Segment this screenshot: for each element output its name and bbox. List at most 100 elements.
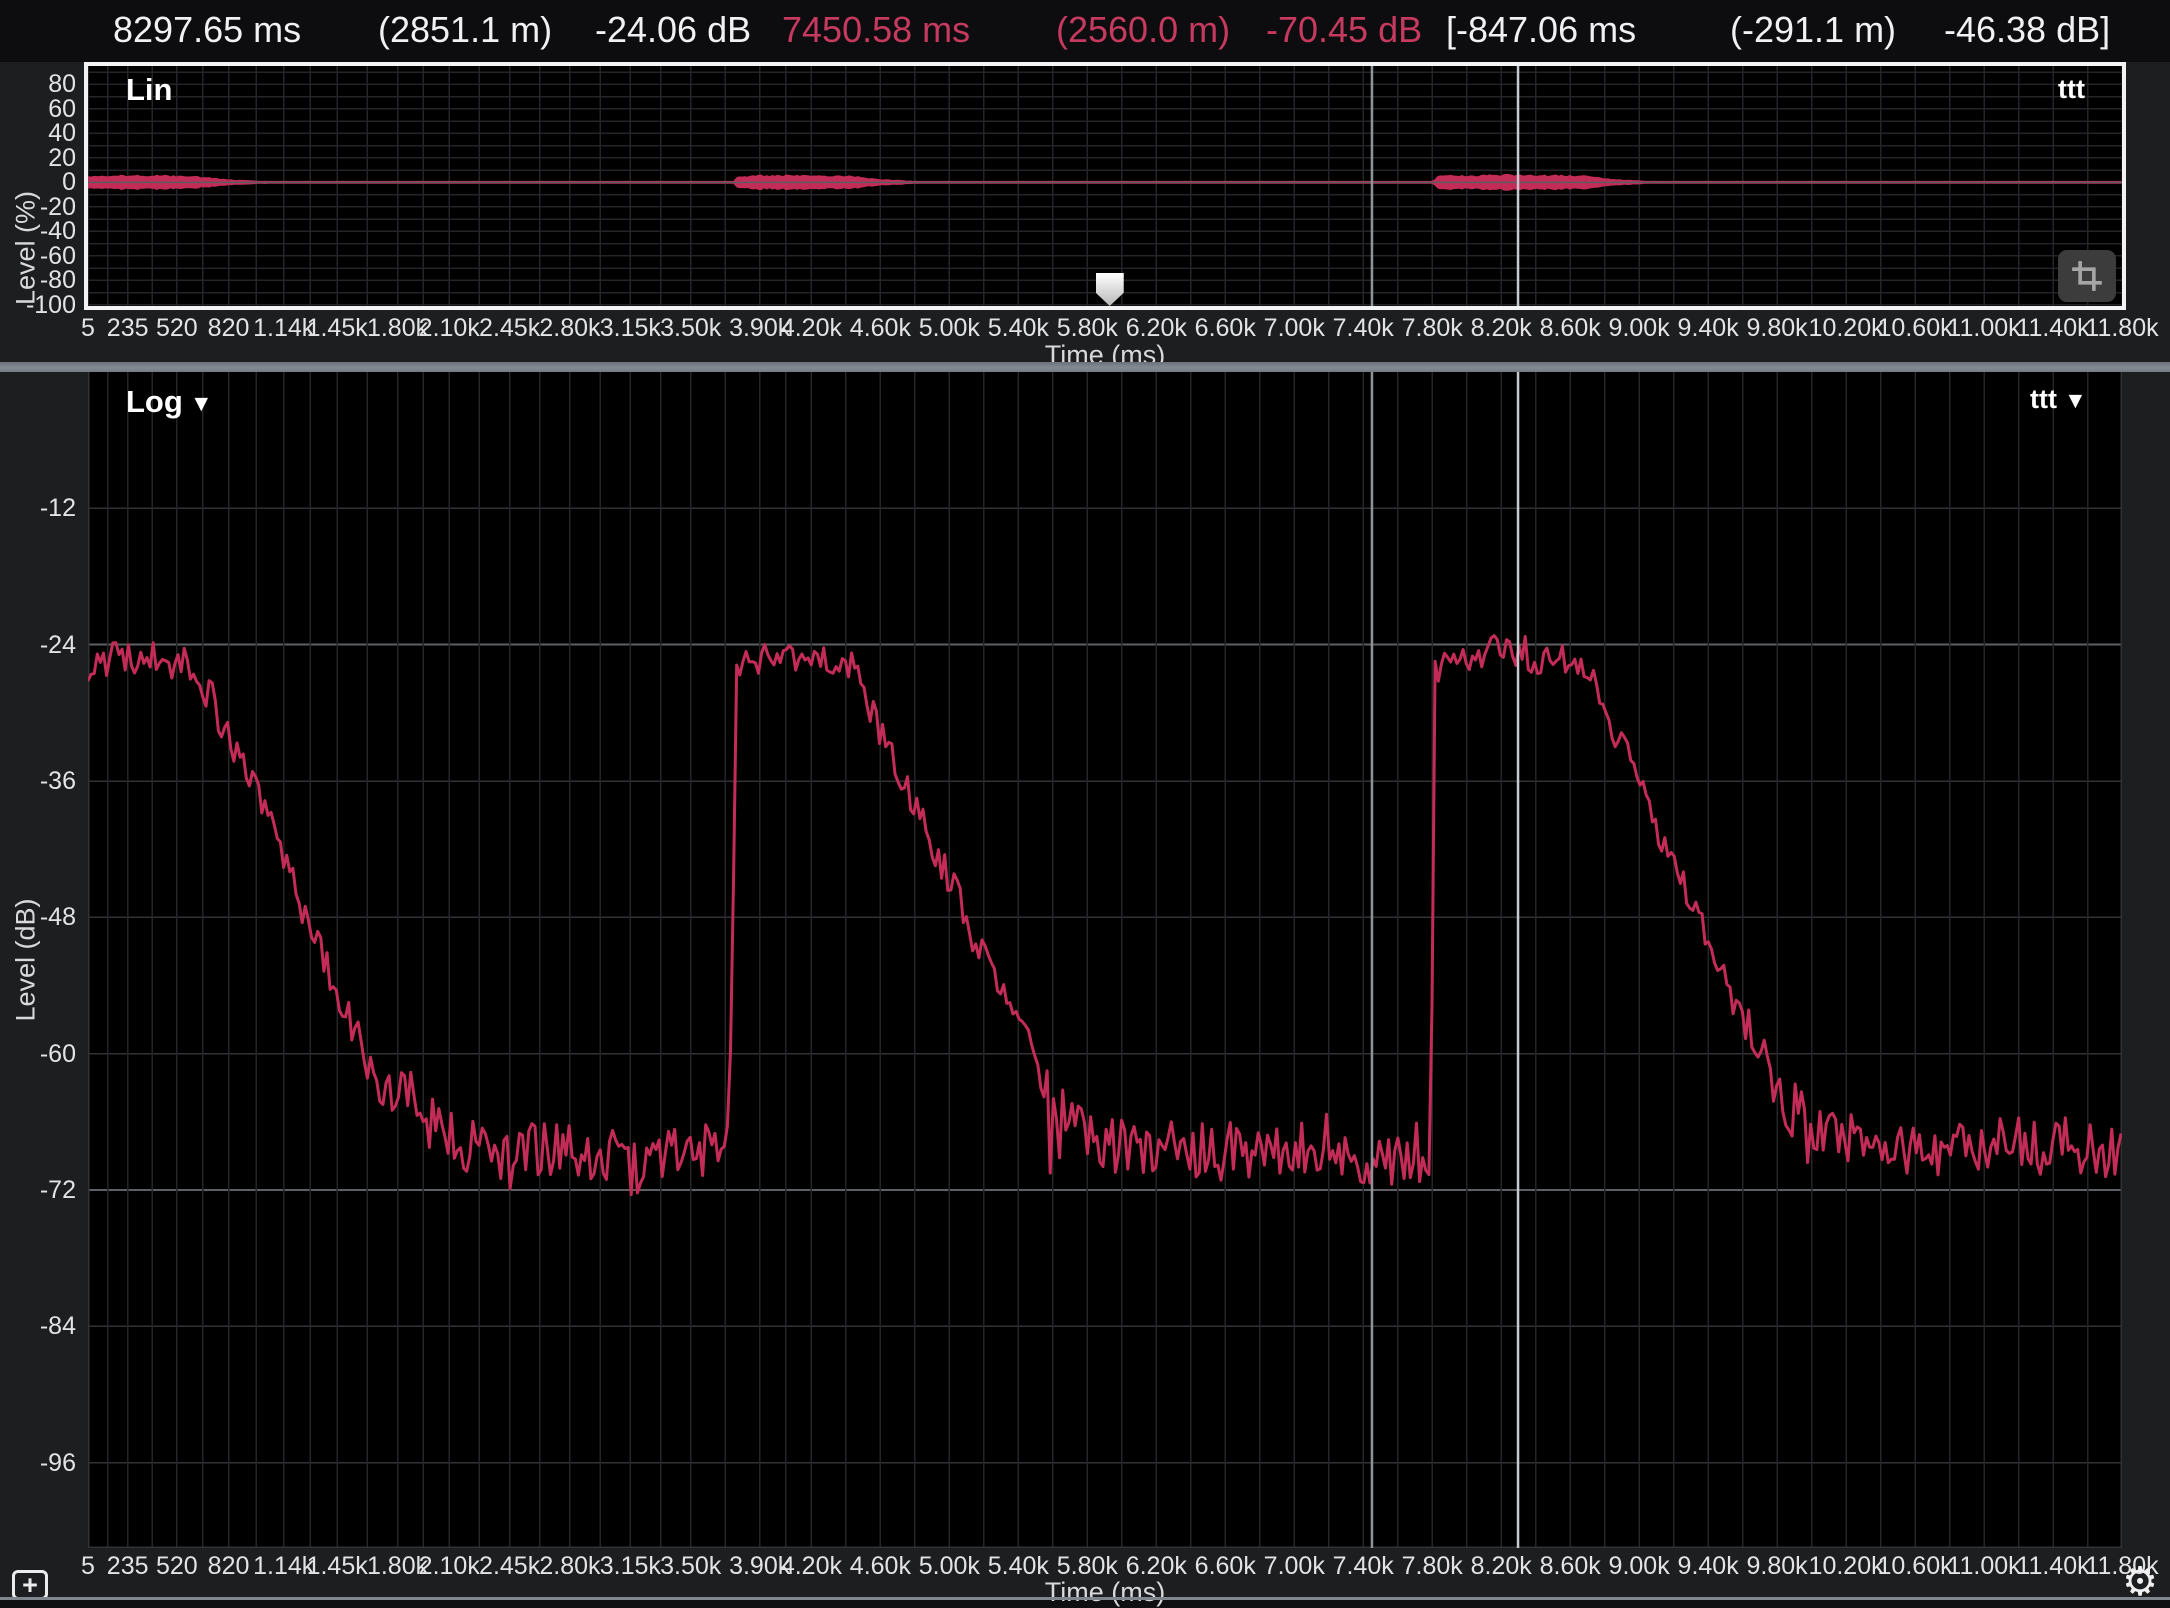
x-tick-label: 235 — [107, 1552, 149, 1581]
main-y-tick-labels: -12 -24 -36 -48 -60 -72 -84 -96 — [0, 372, 80, 1548]
x-tick-label: 7.80k — [1402, 1552, 1463, 1581]
main-trace-name: ttt — [2030, 384, 2057, 415]
delta-level-readout: -46.38 dB] — [1944, 0, 2110, 60]
x-tick-label: 11.00k — [1947, 314, 2020, 343]
x-tick-label: 9.80k — [1747, 314, 1808, 343]
x-tick-label: 8.60k — [1540, 314, 1601, 343]
y-tick-label: -36 — [0, 767, 76, 796]
overview-trace-label[interactable]: ttt — [2058, 74, 2085, 105]
main-scale-dropdown[interactable]: Log ▼ — [126, 384, 213, 420]
x-tick-label: 520 — [156, 1552, 198, 1581]
x-tick-label: 9.40k — [1678, 314, 1739, 343]
x-tick-label: 2.10k — [419, 314, 480, 343]
x-tick-label: 3.50k — [660, 314, 721, 343]
x-tick-label: 820 — [208, 314, 250, 343]
x-tick-label: 1.14k — [253, 1552, 314, 1581]
main-trace-dropdown[interactable]: ttt ▼ — [2030, 384, 2087, 415]
main-plot[interactable] — [88, 372, 2122, 1548]
main-scale-label: Log — [126, 384, 183, 420]
main-x-tick-labels: 52355208201.14k1.45k1.80k2.10k2.45k2.80k… — [0, 1552, 2170, 1578]
y-tick-label: -84 — [0, 1312, 76, 1341]
crop-zoom-button[interactable] — [2058, 250, 2116, 302]
x-tick-label: 820 — [208, 1552, 250, 1581]
readout-bar: 8297.65 ms (2851.1 m) -24.06 dB 7450.58 … — [0, 0, 2170, 62]
overview-x-tick-labels: 52355208201.14k1.45k1.80k2.10k2.45k2.80k… — [0, 314, 2170, 342]
x-tick-label: 5.40k — [988, 1552, 1049, 1581]
x-tick-label: 5 — [81, 314, 95, 343]
marker-time-readout: 7450.58 ms — [782, 0, 970, 60]
settings-gear-icon[interactable]: ⚙ — [2118, 1562, 2162, 1602]
x-tick-label: 2.80k — [539, 1552, 600, 1581]
x-tick-label: 5.40k — [988, 314, 1049, 343]
x-tick-label: 1.14k — [253, 314, 314, 343]
x-tick-label: 4.20k — [781, 314, 842, 343]
x-tick-label: 11.80k — [2085, 314, 2158, 343]
x-tick-label: 2.45k — [479, 1552, 540, 1581]
x-tick-label: 11.00k — [1947, 1552, 2020, 1581]
overview-chart-panel: Level (%) 806040200-20-40-60-80-100 Lin▼… — [0, 62, 2170, 362]
main-chart-panel: Level (dB) -12-24-36-48-60-72-84-96 Log▼… — [0, 372, 2170, 1600]
chevron-down-icon: ▼ — [2064, 389, 2087, 412]
x-tick-label: 8.20k — [1471, 314, 1532, 343]
x-tick-label: 7.80k — [1402, 314, 1463, 343]
delta-time-readout: [-847.06 ms — [1446, 0, 1636, 60]
delta-distance-readout: (-291.1 m) — [1730, 0, 1896, 60]
y-tick-label: -96 — [0, 1449, 76, 1478]
x-tick-label: 8.20k — [1471, 1552, 1532, 1581]
x-tick-label: 4.20k — [781, 1552, 842, 1581]
cursor-level-readout: -24.06 dB — [595, 0, 751, 60]
x-tick-label: 6.20k — [1126, 314, 1187, 343]
overview-scale-dropdown[interactable]: Lin▼ — [126, 72, 173, 108]
x-tick-label: 10.60k — [1878, 1552, 1953, 1581]
y-tick-label: -60 — [0, 1040, 76, 1069]
x-tick-label: 7.40k — [1333, 314, 1394, 343]
overview-plot[interactable] — [88, 66, 2122, 306]
overview-trace-name: ttt — [2058, 74, 2085, 105]
x-tick-label: 9.40k — [1678, 1552, 1739, 1581]
y-tick-label: -72 — [0, 1176, 76, 1205]
x-tick-label: 11.40k — [2016, 314, 2089, 343]
x-tick-label: 10.20k — [1809, 1552, 1884, 1581]
x-tick-label: 10.20k — [1809, 314, 1884, 343]
crop-icon — [2071, 260, 2103, 292]
x-tick-label: 5 — [81, 1552, 95, 1581]
x-tick-label: 5.00k — [919, 1552, 980, 1581]
x-tick-label: 8.60k — [1540, 1552, 1601, 1581]
x-tick-label: 2.80k — [539, 314, 600, 343]
x-tick-label: 520 — [156, 314, 198, 343]
x-tick-label: 1.45k — [307, 314, 368, 343]
x-tick-label: 9.00k — [1609, 314, 1670, 343]
x-tick-label: 6.60k — [1195, 314, 1256, 343]
x-tick-label: 4.60k — [850, 1552, 911, 1581]
x-tick-label: 1.45k — [307, 1552, 368, 1581]
y-tick-label: -24 — [0, 631, 76, 660]
chevron-down-icon: ▼ — [190, 392, 213, 415]
x-tick-label: 11.40k — [2016, 1552, 2089, 1581]
cursor-distance-readout: (2851.1 m) — [378, 0, 552, 60]
y-tick-label: -48 — [0, 903, 76, 932]
x-tick-label: 2.10k — [419, 1552, 480, 1581]
main-x-axis-title: Time (ms) — [1045, 1577, 1165, 1608]
overview-y-tick-labels: 806040200-20-40-60-80-100 — [0, 66, 80, 306]
cursor-time-readout: 8297.65 ms — [113, 0, 301, 60]
x-tick-label: 3.15k — [600, 1552, 661, 1581]
x-tick-label: 7.00k — [1264, 1552, 1325, 1581]
marker-level-readout: -70.45 dB — [1266, 0, 1422, 60]
x-tick-label: 7.40k — [1333, 1552, 1394, 1581]
x-tick-label: 5.00k — [919, 314, 980, 343]
x-tick-label: 5.80k — [1057, 314, 1118, 343]
x-tick-label: 2.45k — [479, 314, 540, 343]
x-tick-label: 235 — [107, 314, 149, 343]
x-tick-label: 9.00k — [1609, 1552, 1670, 1581]
y-tick-label: -12 — [0, 494, 76, 523]
x-tick-label: 9.80k — [1747, 1552, 1808, 1581]
x-tick-label: 10.60k — [1878, 314, 1953, 343]
add-button[interactable]: + — [12, 1570, 48, 1600]
panel-divider[interactable] — [0, 362, 2170, 372]
x-tick-label: 3.50k — [660, 1552, 721, 1581]
marker-distance-readout: (2560.0 m) — [1056, 0, 1230, 60]
x-tick-label: 3.15k — [600, 314, 661, 343]
x-tick-label: 6.60k — [1195, 1552, 1256, 1581]
x-tick-label: 7.00k — [1264, 314, 1325, 343]
x-tick-label: 4.60k — [850, 314, 911, 343]
